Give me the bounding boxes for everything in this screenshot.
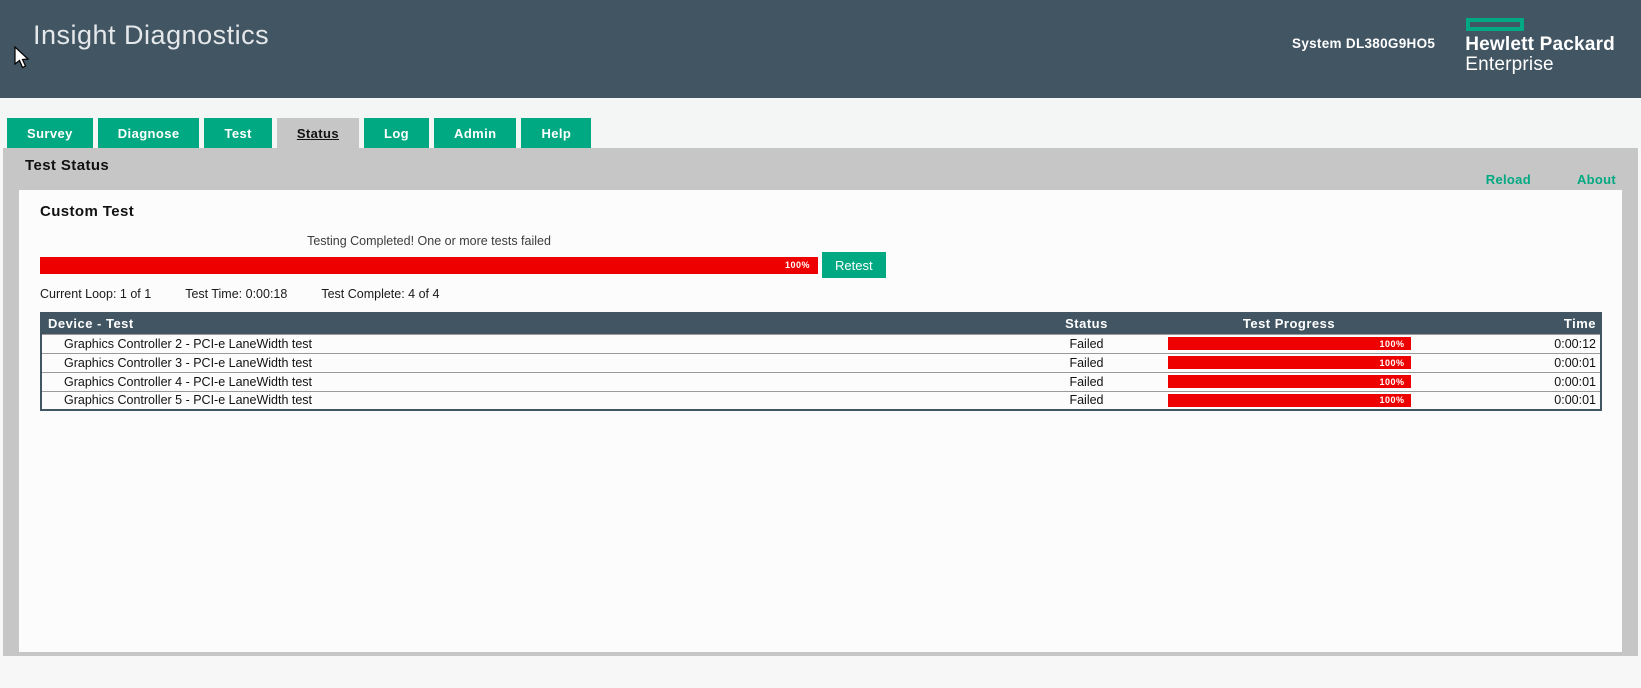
hpe-brand-line2: Enterprise [1465,53,1554,75]
row-progress-bar: 100% [1167,356,1411,369]
progress-message: Testing Completed! One or more tests fai… [307,234,551,248]
page-title: Test Status [25,157,110,174]
row-progress-bar: 100% [1167,375,1411,388]
content-area: Custom Test Testing Completed! One or mo… [19,190,1622,652]
tab-admin[interactable]: Admin [434,118,517,148]
tab-diagnose[interactable]: Diagnose [97,118,200,148]
app-title: Insight Diagnostics [33,20,270,50]
row-progress-percent: 100% [1379,395,1405,406]
column-header-time: Time [1429,313,1601,334]
row-progress-bar: 100% [1167,337,1411,350]
title-links: Reload About [1486,172,1616,187]
overall-progress-bar: 100% [40,256,818,274]
hpe-rectangle-icon [1466,18,1525,31]
hpe-logo: Hewlett Packard Enterprise [1465,18,1615,75]
table-row: Graphics Controller 5 - PCI-e LaneWidth … [41,391,1601,410]
status-cell: Failed [1069,336,1104,351]
system-id: System DL380G9HO5 [1292,36,1435,51]
row-progress-percent: 100% [1379,357,1405,368]
stat-test-complete: Test Complete: 4 of 4 [321,287,440,301]
progress-row: 100% Retest [40,252,1622,278]
app-header: Insight Diagnostics System DL380G9HO5 He… [0,0,1641,98]
section-title: Custom Test [40,203,135,220]
tab-survey[interactable]: Survey [7,118,93,148]
tab-test[interactable]: Test [204,118,272,148]
device-test-cell: Graphics Controller 3 - PCI-e LaneWidth … [64,355,313,370]
tab-log[interactable]: Log [364,118,430,148]
stat-test-time: Test Time: 0:00:18 [185,287,288,301]
row-progress-percent: 100% [1379,376,1405,387]
time-cell: 0:00:01 [1554,393,1596,408]
hpe-brand-line1: Hewlett Packard [1465,34,1615,55]
column-header-status: Status [1024,313,1149,334]
title-bar: Test Status Reload About [3,148,1638,190]
about-link[interactable]: About [1577,172,1616,187]
tab-help[interactable]: Help [521,118,592,148]
column-header-device-test: Device - Test [41,313,1024,334]
status-panel: Test Status Reload About Custom Test Tes… [3,148,1638,656]
time-cell: 0:00:01 [1554,374,1596,389]
table-header-row: Device - Test Status Test Progress Time [41,313,1601,334]
row-progress-percent: 100% [1379,338,1405,349]
system-value: DL380G9HO5 [1345,36,1436,51]
stat-current-loop: Current Loop: 1 of 1 [40,287,152,301]
device-test-cell: Graphics Controller 2 - PCI-e LaneWidth … [64,336,313,351]
status-cell: Failed [1069,393,1104,408]
table-row: Graphics Controller 3 - PCI-e LaneWidth … [41,353,1601,372]
overall-progress-percent: 100% [784,260,810,270]
header-spacer [0,98,1641,118]
test-results-table: Device - Test Status Test Progress Time … [40,312,1602,411]
test-stats: Current Loop: 1 of 1 Test Time: 0:00:18 … [40,287,1622,301]
status-cell: Failed [1069,374,1104,389]
device-test-cell: Graphics Controller 4 - PCI-e LaneWidth … [64,374,313,389]
row-progress-bar: 100% [1167,393,1411,407]
table-row: Graphics Controller 2 - PCI-e LaneWidth … [41,334,1601,353]
tab-bar: Survey Diagnose Test Status Log Admin He… [0,118,1641,148]
reload-link[interactable]: Reload [1486,172,1531,187]
time-cell: 0:00:01 [1554,355,1596,370]
header-right: System DL380G9HO5 Hewlett Packard Enterp… [1292,18,1615,75]
tab-status[interactable]: Status [276,118,359,148]
table-row: Graphics Controller 4 - PCI-e LaneWidth … [41,372,1601,391]
device-test-cell: Graphics Controller 5 - PCI-e LaneWidth … [64,393,313,408]
time-cell: 0:00:12 [1554,336,1596,351]
overall-progress-area: Testing Completed! One or more tests fai… [40,234,1622,278]
page: Insight Diagnostics System DL380G9HO5 He… [0,0,1641,688]
retest-button[interactable]: Retest [822,252,886,278]
system-label: System [1292,36,1342,51]
status-cell: Failed [1069,355,1104,370]
column-header-test-progress: Test Progress [1149,313,1429,334]
mouse-cursor-icon [14,46,30,69]
